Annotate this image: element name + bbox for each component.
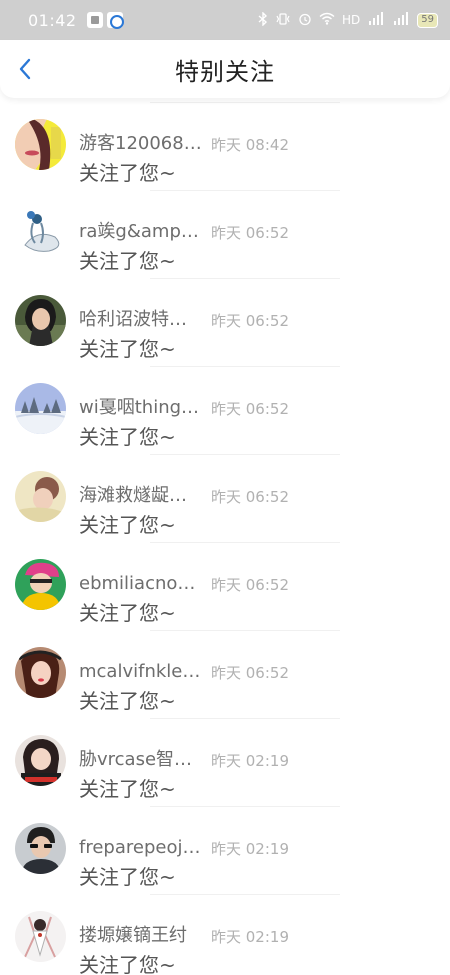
list-item[interactable]: freparepeoj… 昨天 02:19 关注了您~ <box>0 806 450 894</box>
follower-name: 哈利诏波特… <box>79 309 187 330</box>
follower-name: 游客120068… <box>79 133 202 154</box>
page-title: 特别关注 <box>175 57 275 86</box>
bluetooth-icon <box>258 10 268 29</box>
follow-time: 昨天 06:52 <box>211 488 289 506</box>
list-item[interactable]: mcalvifnklei… 昨天 06:52 关注了您~ <box>0 630 450 718</box>
follow-message: 关注了您~ <box>79 689 176 713</box>
notification-icons <box>86 12 124 29</box>
divider <box>150 718 340 719</box>
follower-name: mcalvifnklei… <box>79 661 204 682</box>
avatar[interactable] <box>15 559 66 610</box>
follower-name: 海滩救燧龊… <box>79 485 187 506</box>
wifi-icon <box>319 12 335 28</box>
chevron-left-icon <box>19 58 31 80</box>
divider <box>150 454 340 455</box>
alarm-icon <box>298 12 312 29</box>
divider <box>150 630 340 631</box>
follow-time: 昨天 02:19 <box>211 752 289 770</box>
follow-list: 游客120068… 昨天 08:42 关注了您~ ra竢g&amp;… 昨天 0… <box>0 102 450 975</box>
follow-time: 昨天 06:52 <box>211 400 289 418</box>
signal-icon-2 <box>392 11 410 29</box>
divider <box>150 806 340 807</box>
avatar[interactable] <box>15 647 66 698</box>
avatar[interactable] <box>15 471 66 522</box>
avatar[interactable] <box>15 823 66 874</box>
avatar[interactable] <box>15 295 66 346</box>
list-item[interactable]: wi戛咽thing… 昨天 06:52 关注了您~ <box>0 366 450 454</box>
follow-message: 关注了您~ <box>79 777 176 801</box>
follower-name: ebmiliacno… <box>79 573 196 594</box>
follow-time: 昨天 02:19 <box>211 928 289 946</box>
status-bar: 01:42 HD 59 <box>0 0 450 40</box>
follow-time: 昨天 06:52 <box>211 224 289 242</box>
follow-message: 关注了您~ <box>79 953 176 975</box>
follow-time: 昨天 06:52 <box>211 664 289 682</box>
follower-name: wi戛咽thing… <box>79 397 200 418</box>
avatar[interactable] <box>15 735 66 786</box>
back-button[interactable] <box>10 54 40 84</box>
status-right-icons: HD 59 <box>258 10 438 29</box>
follow-message: 关注了您~ <box>79 249 176 273</box>
follow-message: 关注了您~ <box>79 865 176 889</box>
follow-time: 昨天 08:42 <box>211 136 289 154</box>
follow-time: 昨天 06:52 <box>211 576 289 594</box>
divider <box>150 190 340 191</box>
list-item[interactable]: 搂塬嬢镝王纣 昨天 02:19 关注了您~ <box>0 894 450 975</box>
list-item[interactable]: 哈利诏波特… 昨天 06:52 关注了您~ <box>0 278 450 366</box>
follow-time: 昨天 02:19 <box>211 840 289 858</box>
vibrate-icon <box>275 12 291 29</box>
list-item[interactable]: 游客120068… 昨天 08:42 关注了您~ <box>0 102 450 190</box>
page-header: 特别关注 <box>0 40 450 98</box>
status-time: 01:42 <box>28 10 77 30</box>
follower-name: ra竢g&amp;… <box>79 221 204 242</box>
follow-message: 关注了您~ <box>79 513 176 537</box>
follower-name: freparepeoj… <box>79 837 201 858</box>
follow-time: 昨天 06:52 <box>211 312 289 330</box>
list-item[interactable]: 胁vrcase智… 昨天 02:19 关注了您~ <box>0 718 450 806</box>
divider <box>150 542 340 543</box>
follow-message: 关注了您~ <box>79 161 176 185</box>
divider <box>150 278 340 279</box>
avatar[interactable] <box>15 911 66 962</box>
divider <box>150 102 340 103</box>
divider <box>150 366 340 367</box>
list-item[interactable]: 海滩救燧龊… 昨天 06:52 关注了您~ <box>0 454 450 542</box>
battery-indicator: 59 <box>417 12 438 28</box>
follow-message: 关注了您~ <box>79 425 176 449</box>
list-item[interactable]: ra竢g&amp;… 昨天 06:52 关注了您~ <box>0 190 450 278</box>
follower-name: 胁vrcase智… <box>79 749 193 770</box>
divider <box>150 894 340 895</box>
app-notification-icon <box>86 12 103 28</box>
browser-notification-icon <box>106 12 124 29</box>
network-label: HD <box>342 13 361 27</box>
follow-message: 关注了您~ <box>79 601 176 625</box>
avatar[interactable] <box>15 207 66 258</box>
follower-name: 搂塬嬢镝王纣 <box>79 925 187 946</box>
avatar[interactable] <box>15 383 66 434</box>
signal-icon-1 <box>367 11 385 29</box>
follow-message: 关注了您~ <box>79 337 176 361</box>
list-item[interactable]: ebmiliacno… 昨天 06:52 关注了您~ <box>0 542 450 630</box>
avatar[interactable] <box>15 119 66 170</box>
